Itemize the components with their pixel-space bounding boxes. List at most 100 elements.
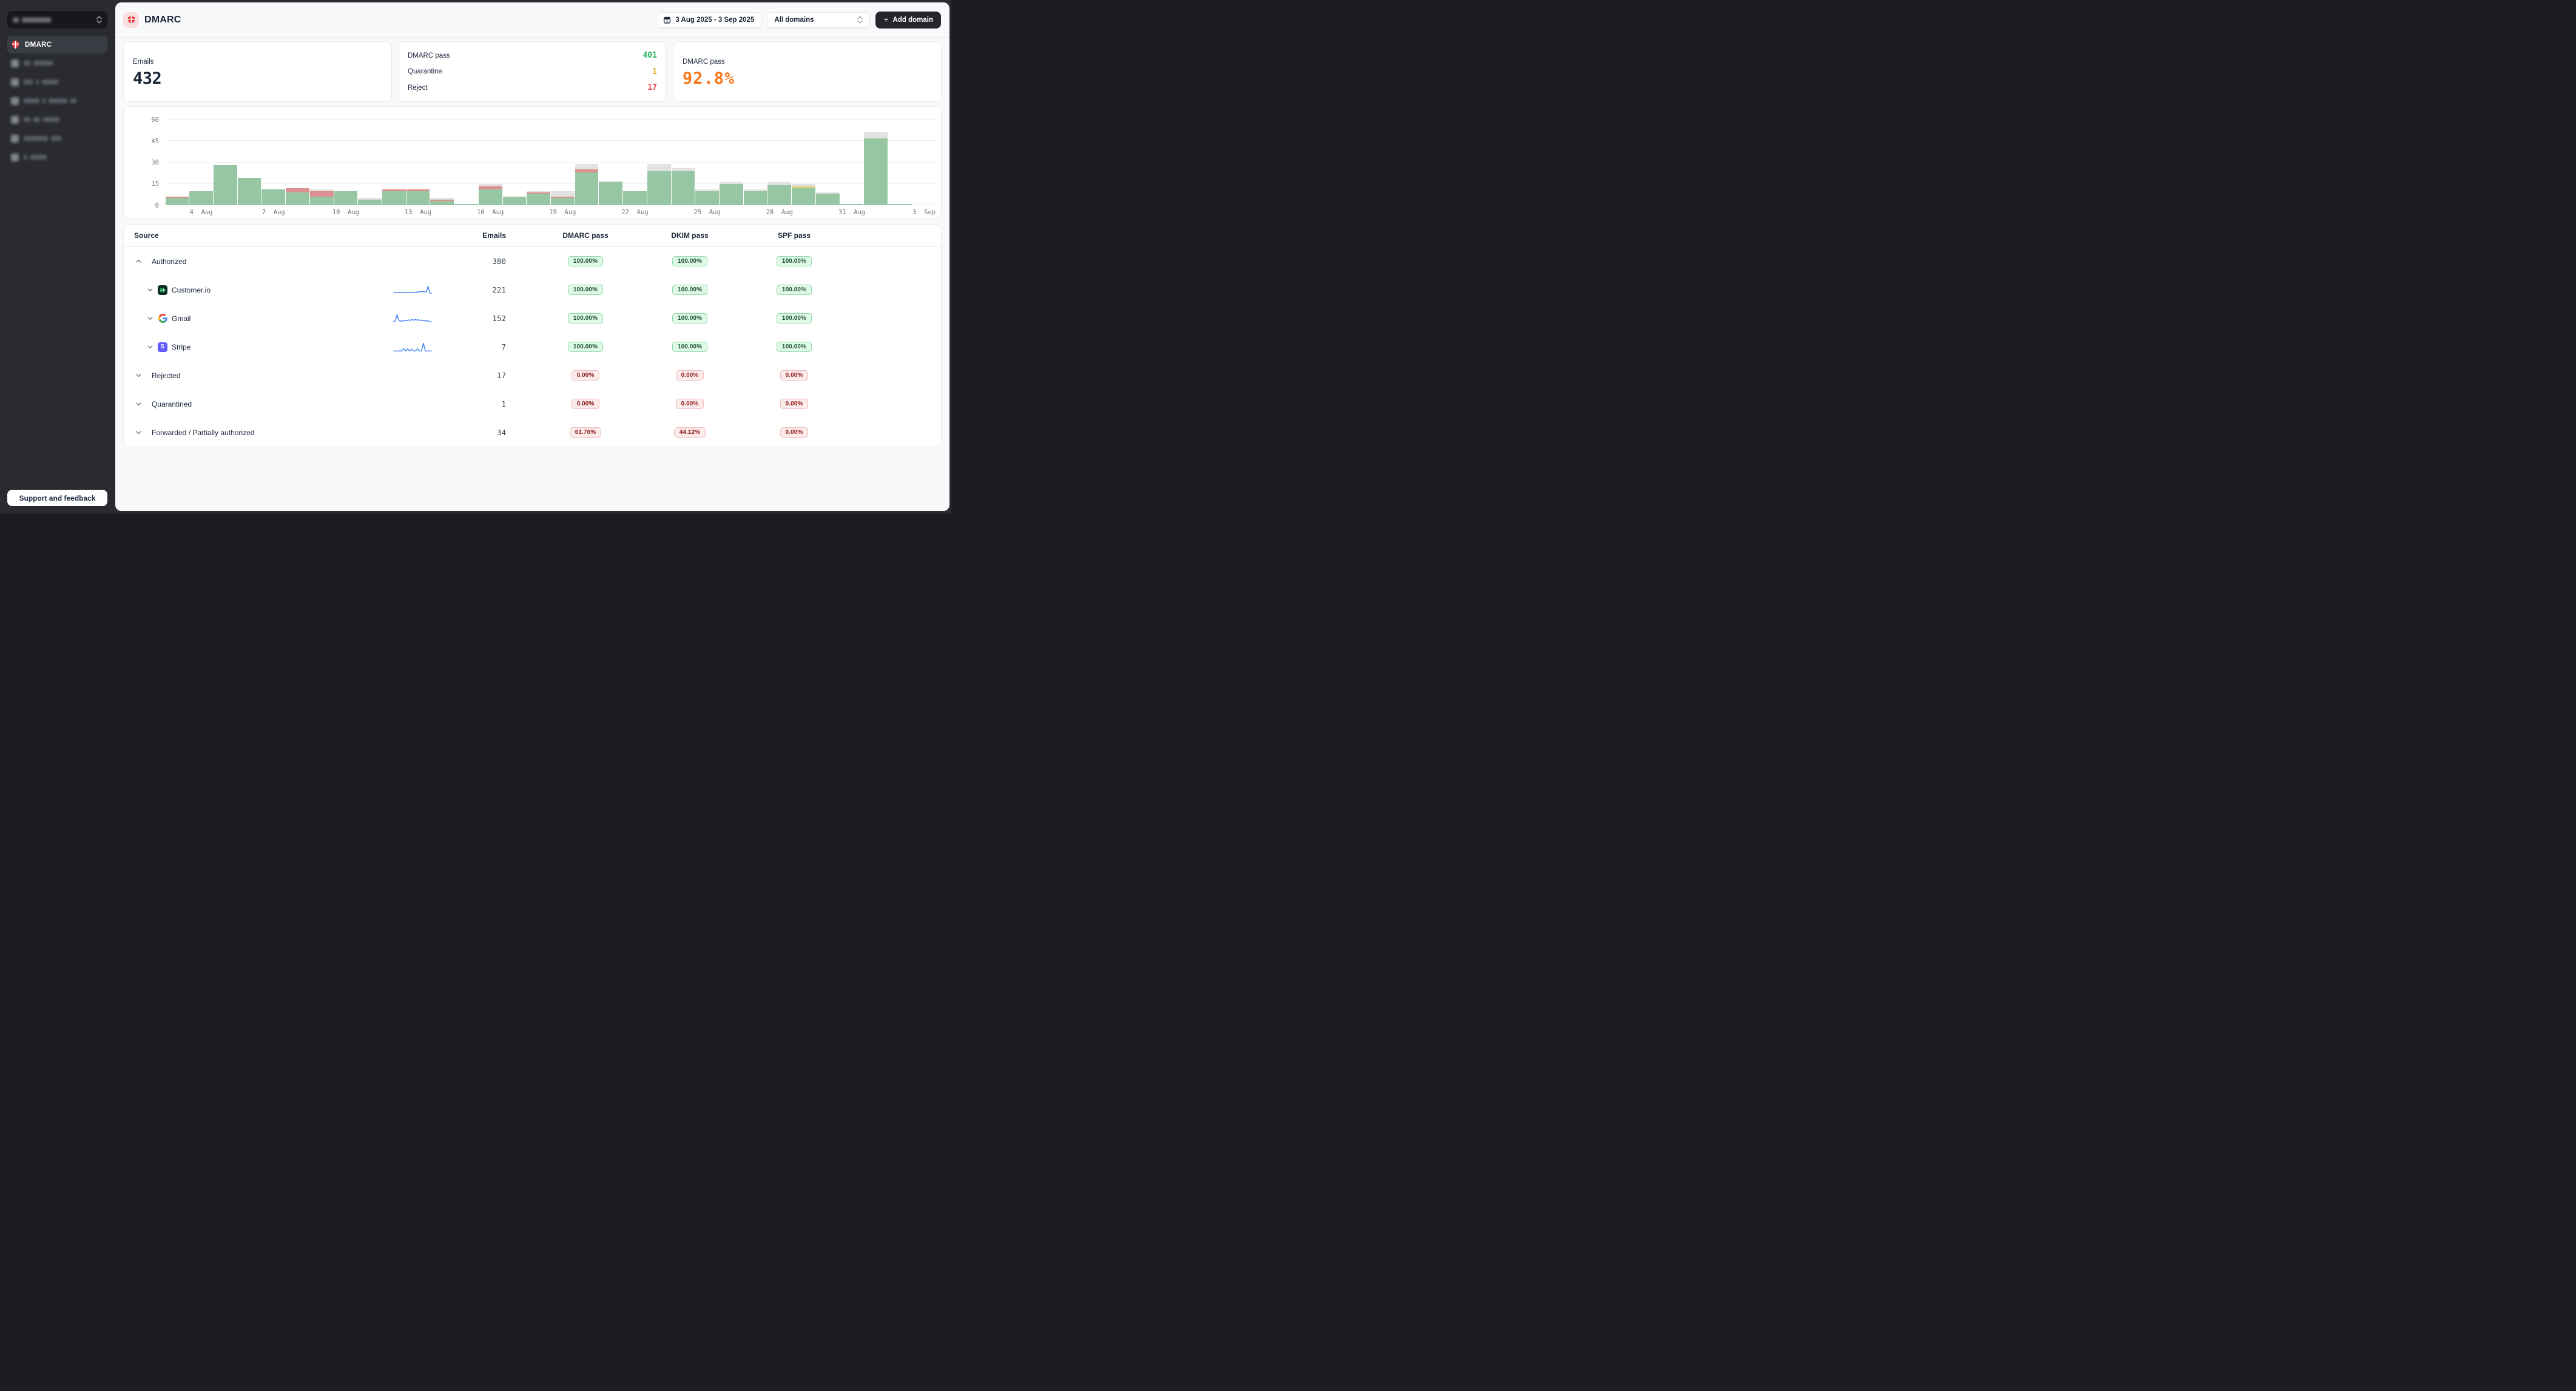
redacted-icon (11, 59, 19, 67)
dkim-pass-cell: 100.00% (638, 313, 742, 323)
x-axis-label: 22 Aug (621, 209, 648, 216)
y-axis-label: 45 (151, 138, 159, 145)
sidebar-item-redacted-5[interactable] (7, 129, 107, 147)
source-name: Forwarded / Partially authorized (152, 428, 254, 437)
main-panel: DMARC 1 3 Aug 2025 - 3 Sep 2025 All doma… (115, 2, 949, 511)
table-row-gmail[interactable]: Gmail 152 100.00% 100.00% 100.00% (124, 304, 941, 333)
breakdown-row-quarantine: Quarantine 1 (408, 67, 657, 76)
emails-count: 17 (453, 371, 533, 380)
y-axis-label: 15 (151, 180, 159, 188)
sidebar-item-redacted-4[interactable] (7, 110, 107, 129)
expander-chevron-icon[interactable] (135, 372, 142, 379)
sidebar-item-dmarc[interactable]: DMARC (7, 36, 107, 53)
spf-pass-badge: 0.00% (780, 427, 809, 438)
bar-segment-pass (358, 200, 382, 205)
bars (165, 120, 936, 205)
dmarc-pass-cell: 61.76% (533, 427, 638, 438)
dkim-pass-cell: 0.00% (638, 370, 742, 381)
bar-5-aug (213, 120, 237, 205)
bar-2-sep (888, 120, 912, 205)
emails-count: 34 (453, 428, 533, 437)
spf-pass-cell: 0.00% (742, 370, 846, 381)
bar-segment-pass (575, 172, 599, 205)
source-name-cell: Rejected (124, 371, 371, 380)
breakdown-row-pass: DMARC pass 401 (408, 51, 657, 60)
table-row-quarantined[interactable]: Quarantined 1 0.00% 0.00% 0.00% (124, 390, 941, 418)
table-row-customer-io[interactable]: Customer.io 221 100.00% 100.00% 100.00% (124, 276, 941, 304)
shield-icon (11, 40, 20, 49)
dmarc-pass-badge: 100.00% (568, 313, 603, 323)
column-header-emails: Emails (453, 231, 533, 240)
volume-sparkline (393, 313, 432, 324)
redacted-text (43, 117, 59, 122)
bar-segment-pass (527, 194, 550, 205)
bar-segment-pass (166, 198, 189, 205)
chart-plot-area: 0153045604 Aug7 Aug10 Aug13 Aug16 Aug19 … (165, 120, 936, 205)
source-name-cell: Forwarded / Partially authorized (124, 428, 371, 437)
redacted-text (24, 155, 27, 160)
column-header-source: Source (124, 231, 371, 240)
source-name: Customer.io (172, 286, 211, 294)
bar-segment-pass (382, 191, 406, 206)
dkim-pass-badge: 100.00% (672, 285, 707, 295)
x-axis-label: 3 Sep (912, 209, 936, 216)
sidebar-item-redacted-6[interactable] (7, 148, 107, 166)
sidebar-item-redacted-3[interactable] (7, 92, 107, 110)
table-row-authorized[interactable]: Authorized 380 100.00% 100.00% 100.00% (124, 247, 941, 276)
redacted-icon (11, 135, 19, 143)
bar-13-aug (406, 120, 430, 205)
bar-4-aug (189, 120, 214, 205)
sidebar: DMARC Support and feedback (0, 0, 115, 513)
bar-segment-pass (479, 189, 502, 205)
add-domain-button[interactable]: + Add domain (875, 12, 941, 29)
bar-8-aug (286, 120, 310, 205)
bar-23-aug (647, 120, 671, 205)
dkim-pass-cell: 100.00% (638, 285, 742, 295)
redacted-text (24, 61, 30, 66)
redacted-text (42, 80, 58, 84)
bar-6-aug (237, 120, 261, 205)
redacted-text (22, 18, 51, 22)
support-feedback-button[interactable]: Support and feedback (7, 490, 107, 506)
domain-filter-select[interactable]: All domains (767, 12, 870, 28)
bar-16-aug (478, 120, 502, 205)
email-volume-chart: 0153045604 Aug7 Aug10 Aug13 Aug16 Aug19 … (123, 106, 942, 219)
plus-icon: + (883, 15, 888, 24)
source-name: Authorized (152, 257, 186, 266)
expander-chevron-icon[interactable] (135, 429, 142, 436)
sidebar-item-redacted-2[interactable] (7, 73, 107, 91)
table-row-rejected[interactable]: Rejected 17 0.00% 0.00% 0.00% (124, 361, 941, 390)
dmarc-pass-cell: 100.00% (533, 256, 638, 266)
expander-chevron-icon[interactable] (147, 315, 153, 322)
expander-chevron-icon[interactable] (147, 344, 153, 350)
bar-12-aug (382, 120, 406, 205)
y-axis-label: 60 (151, 117, 159, 124)
chevron-updown-icon (857, 16, 863, 24)
bar-21-aug (599, 120, 623, 205)
bar-24-aug (671, 120, 695, 205)
y-axis-label: 30 (151, 159, 159, 166)
date-range-picker[interactable]: 1 3 Aug 2025 - 3 Sep 2025 (656, 12, 761, 28)
expander-chevron-icon[interactable] (147, 286, 153, 293)
bar-3-aug (165, 120, 189, 205)
sidebar-item-redacted-1[interactable] (7, 54, 107, 72)
emails-count: 7 (453, 342, 533, 351)
expander-chevron-icon[interactable] (135, 401, 142, 407)
workspace-selector[interactable] (7, 11, 107, 29)
column-header-dmarc-pass: DMARC pass (533, 231, 638, 240)
gmail-icon (158, 314, 167, 323)
bar-18-aug (527, 120, 551, 205)
x-axis-label: 31 Aug (838, 209, 865, 216)
header-controls: 1 3 Aug 2025 - 3 Sep 2025 All domains + … (656, 12, 941, 29)
redacted-text (33, 117, 40, 122)
table-row-forwarded-partially-authorized[interactable]: Forwarded / Partially authorized 34 61.7… (124, 418, 941, 447)
table-row-stripe[interactable]: S Stripe 7 100.00% 100.00% 100.00% (124, 333, 941, 361)
expander-chevron-icon[interactable] (135, 258, 142, 265)
bar-26-aug (720, 120, 744, 205)
volume-sparkline (393, 342, 432, 353)
add-domain-label: Add domain (893, 16, 933, 24)
bar-9-aug (309, 120, 334, 205)
source-identity (158, 314, 167, 323)
bar-1-sep (864, 120, 888, 205)
spf-pass-cell: 100.00% (742, 313, 846, 323)
